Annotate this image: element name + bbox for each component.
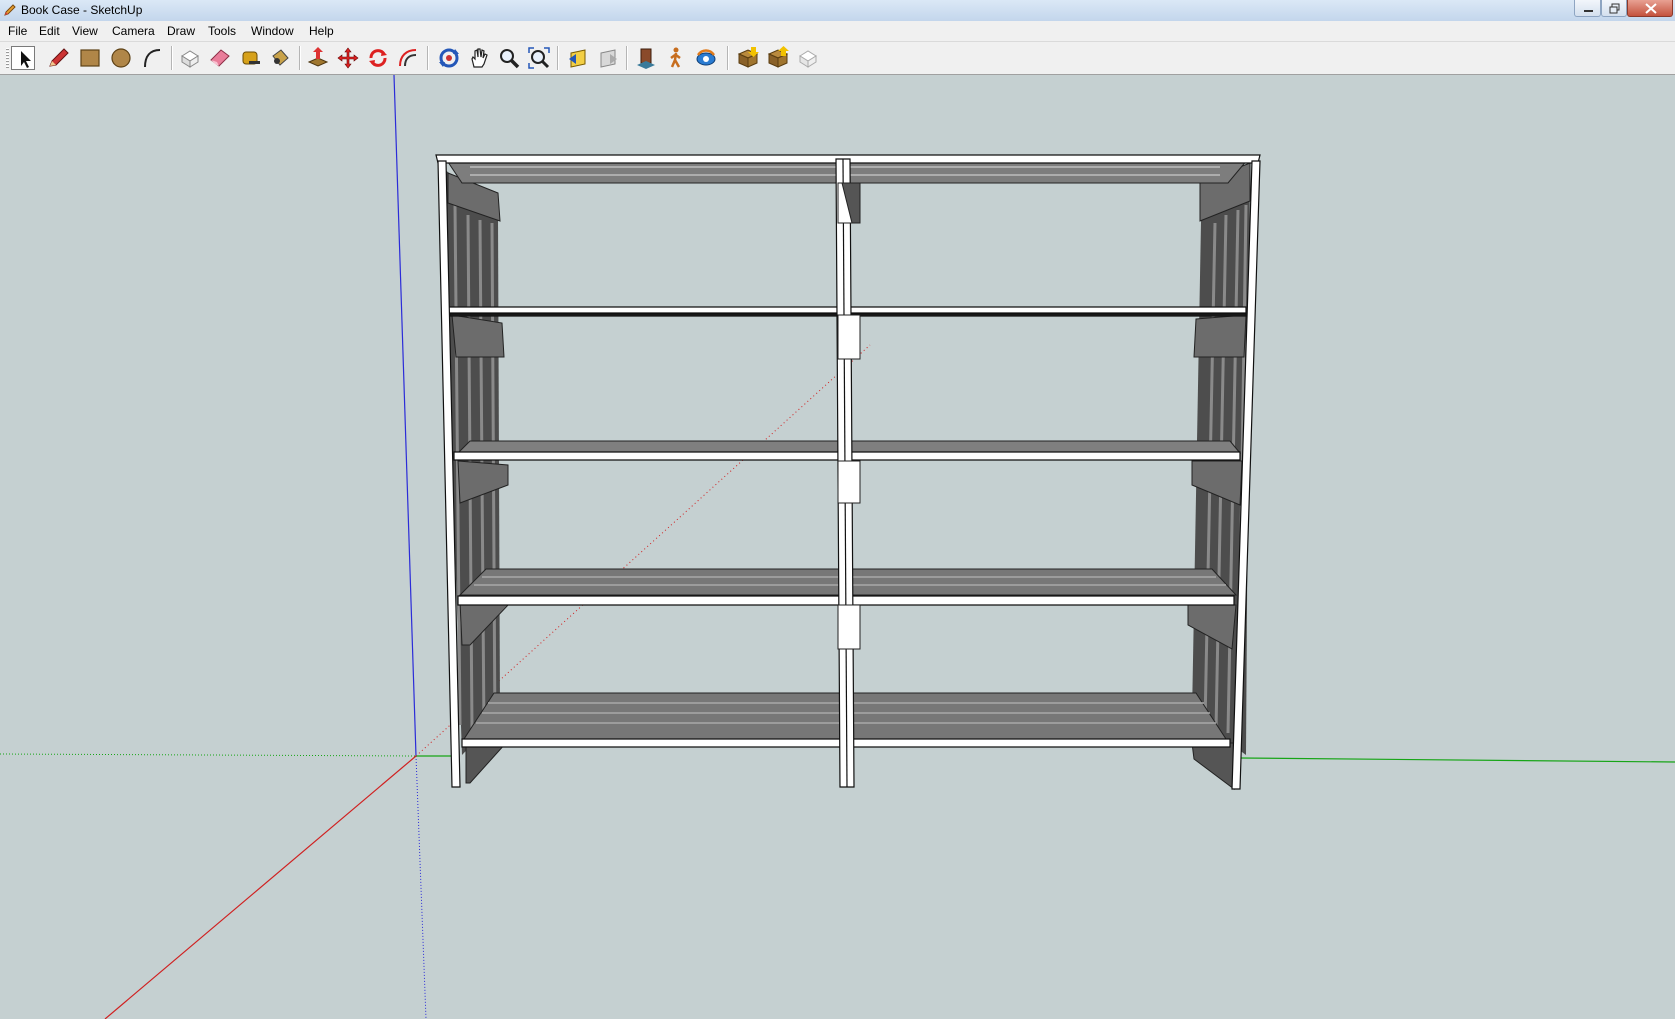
- pan-tool[interactable]: [467, 46, 491, 70]
- menu-camera[interactable]: Camera: [112, 24, 155, 38]
- arc-tool[interactable]: [140, 46, 164, 70]
- make-component-tool[interactable]: [178, 46, 202, 70]
- toolbar-separator: [626, 46, 628, 70]
- share-model-icon: [767, 46, 789, 68]
- tape-measure-tool[interactable]: [238, 46, 262, 70]
- offset-icon: [399, 49, 417, 67]
- walk-icon: [670, 47, 681, 68]
- restore-button[interactable]: [1601, 0, 1627, 17]
- 3d-viewport[interactable]: [0, 75, 1675, 1019]
- previous-view-tool[interactable]: [566, 46, 590, 70]
- position-camera-icon: [637, 48, 655, 69]
- menu-edit[interactable]: Edit: [39, 24, 60, 38]
- sketchup-pencil-icon: [4, 4, 16, 16]
- arrow-cursor-icon: [21, 51, 31, 68]
- minimize-button[interactable]: [1574, 0, 1601, 17]
- rectangle-icon: [80, 49, 100, 67]
- orbit-tool[interactable]: [437, 46, 461, 70]
- magnifier-icon: [500, 49, 520, 69]
- zoom-tool[interactable]: [497, 46, 521, 70]
- toolbar-separator: [171, 46, 173, 70]
- look-around-icon: [696, 49, 716, 66]
- look-around-tool[interactable]: [694, 46, 718, 70]
- close-icon: [1645, 3, 1657, 14]
- toolbar-separator: [299, 46, 301, 70]
- menu-bar: File Edit View Camera Draw Tools Window …: [0, 21, 1675, 42]
- rotate-tool[interactable]: [366, 46, 390, 70]
- position-camera-tool[interactable]: [634, 46, 658, 70]
- walk-tool[interactable]: [664, 46, 688, 70]
- menu-tools[interactable]: Tools: [208, 24, 236, 38]
- eraser-tool[interactable]: [208, 46, 232, 70]
- rotate-icon: [369, 49, 387, 67]
- select-tool[interactable]: [11, 46, 35, 70]
- pencil-icon: [49, 48, 69, 67]
- menu-file[interactable]: File: [8, 24, 27, 38]
- title-bar: Book Case - SketchUp: [0, 0, 1675, 22]
- restore-icon: [1609, 3, 1620, 14]
- push-pull-icon: [307, 47, 329, 67]
- bookcase-model-scene: [0, 75, 1675, 1019]
- blue-axis-negative: [415, 755, 427, 1019]
- offset-tool[interactable]: [396, 46, 420, 70]
- hand-icon: [471, 48, 488, 68]
- close-button[interactable]: [1627, 0, 1673, 17]
- minimize-icon: [1584, 10, 1593, 12]
- menu-view[interactable]: View: [72, 24, 98, 38]
- next-view-tool[interactable]: [596, 46, 620, 70]
- red-axis-positive: [104, 755, 417, 1019]
- move-icon: [337, 47, 359, 69]
- share-component-tool[interactable]: [796, 46, 820, 70]
- toolbar-grip[interactable]: [6, 48, 9, 68]
- eraser-icon: [210, 49, 230, 67]
- get-models-icon: [737, 47, 759, 68]
- rectangle-tool[interactable]: [78, 46, 102, 70]
- next-view-icon: [600, 49, 617, 68]
- previous-view-icon: [569, 49, 586, 68]
- menu-window[interactable]: Window: [251, 24, 294, 38]
- push-pull-tool[interactable]: [306, 46, 330, 70]
- window-title: Book Case - SketchUp: [21, 3, 143, 17]
- component-icon: [181, 50, 199, 68]
- menu-draw[interactable]: Draw: [167, 24, 195, 38]
- zoom-extents-tool[interactable]: [527, 46, 551, 70]
- share-model-tool[interactable]: [766, 46, 790, 70]
- toolbar-separator: [727, 46, 729, 70]
- toolbar-separator: [557, 46, 559, 70]
- arc-icon: [144, 49, 161, 68]
- paint-bucket-tool[interactable]: [268, 46, 292, 70]
- blue-axis-positive: [393, 75, 417, 757]
- tape-measure-icon: [242, 51, 260, 65]
- circle-icon: [111, 48, 131, 68]
- green-axis-negative: [0, 753, 417, 757]
- large-tool-set-toolbar: [0, 42, 1675, 75]
- get-models-tool[interactable]: [736, 46, 760, 70]
- paint-bucket-icon: [272, 49, 289, 66]
- green-axis-positive-right: [1239, 757, 1675, 763]
- zoom-extents-icon: [528, 47, 550, 69]
- menu-help[interactable]: Help: [309, 24, 334, 38]
- move-tool[interactable]: [336, 46, 360, 70]
- line-tool[interactable]: [47, 46, 71, 70]
- toolbar-separator: [427, 46, 429, 70]
- circle-tool[interactable]: [109, 46, 133, 70]
- orbit-icon: [439, 48, 459, 68]
- share-component-icon: [799, 50, 817, 68]
